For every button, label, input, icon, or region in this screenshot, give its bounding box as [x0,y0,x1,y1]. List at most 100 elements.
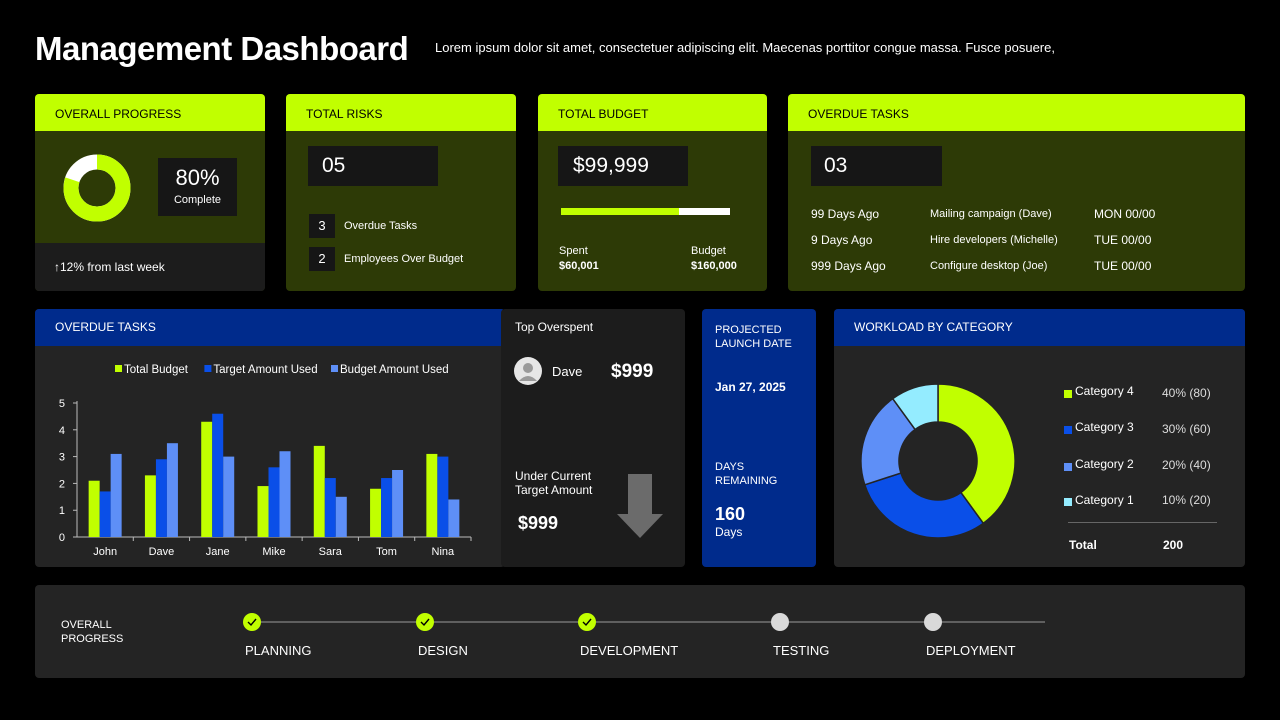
page-subtitle: Lorem ipsum dolor sit amet, consectetuer… [435,40,1055,55]
bar [324,478,336,537]
days-unit: Days [715,525,743,539]
overdue-value: 03 [811,146,942,186]
bar [99,491,111,537]
legend-label: Category 3 [1075,420,1134,434]
overdue-ago: 9 Days Ago [811,233,873,247]
legend-label: Target Amount Used [213,364,317,376]
progress-value-box: 80% Complete [158,158,237,216]
stage-label: DEPLOYMENT [926,643,1016,658]
bar-chart: Total Budget Target Amount Used Budget Amo… [59,364,472,558]
bar [335,496,347,537]
bar [257,486,269,537]
x-tick-label: Jane [206,546,230,558]
overdue-task: Hire developers (Michelle) [930,234,1058,246]
workload-card: WORKLOAD BY CATEGORY Category 4 40% (80)… [834,309,1245,567]
stage-done-icon [578,613,596,631]
launch-date: Jan 27, 2025 [715,380,786,394]
bar [201,421,213,537]
progress-value: 80% [175,165,220,190]
budget-total-value: $160,000 [691,260,737,272]
progress-delta: ↑12% from last week [35,243,265,291]
overspent-name: Dave [552,364,583,379]
legend-swatch [331,365,338,372]
legend-percent: 10% (20) [1162,493,1211,507]
timeline-track: PLANNING DESIGN DEVELOPMENT TESTING DEPLOYME… [243,613,1045,658]
overspent-amount: $999 [611,361,654,382]
total-value: 200 [1163,538,1184,552]
bar [426,453,438,537]
x-tick-label: Mike [262,546,285,558]
overspent-title: Top Overspent [515,320,594,334]
total-budget-card: TOTAL BUDGET $99,999 Spent $60,001 Budge… [538,94,767,291]
legend-swatch [1064,498,1072,506]
x-tick-label: Nina [432,546,456,558]
y-tick-label: 0 [59,532,65,544]
legend-percent: 40% (80) [1162,386,1211,400]
card-header: OVERDUE TASKS [788,94,1245,131]
legend-percent: 20% (40) [1162,458,1211,472]
workload-donut [860,383,1016,539]
legend-label: Total Budget [124,364,189,376]
bar [437,456,449,537]
legend-swatch [1064,390,1072,398]
top-overspent-card: Top Overspent Dave $999 Under Current Ta… [501,309,685,567]
under-target-label: Under Current Target Amount [515,469,593,497]
legend-label: Budget Amount Used [340,364,449,376]
x-tick-label: Tom [376,546,397,558]
overdue-chart-card: OVERDUE TASKS Total Budget Target Amount … [35,309,505,567]
bar [110,453,122,537]
donut-slice [863,472,985,539]
legend-percent: 30% (60) [1162,422,1211,436]
stage-pending-icon [771,613,789,631]
budget-value: $99,999 [558,146,688,186]
overdue-date: TUE 00/00 [1094,259,1152,273]
total-risks-card: TOTAL RISKS 05 3 Overdue Tasks 2 Employe… [286,94,516,291]
x-tick-label: John [93,546,117,558]
under-target-value: $999 [518,513,559,533]
arrow-down-icon [617,474,663,538]
risk-label: Overdue Tasks [344,220,418,232]
risks-value: 05 [308,146,438,186]
bar [88,480,100,537]
spent-label: Spent [559,245,588,257]
overdue-date: MON 00/00 [1094,207,1156,221]
legend-swatch [1064,463,1072,471]
days-remaining-value: 160 [715,504,746,524]
overdue-task: Mailing campaign (Dave) [930,208,1052,220]
legend-label: Category 1 [1075,493,1134,507]
y-tick-label: 5 [59,398,65,410]
overdue-date: TUE 00/00 [1094,233,1152,247]
stage-done-icon [243,613,261,631]
x-tick-label: Sara [319,546,343,558]
launch-title: PROJECTED LAUNCH DATE [715,324,792,350]
risk-count: 2 [309,247,335,271]
bar [381,478,393,537]
budget-label: Budget [691,245,726,257]
bar [166,443,178,537]
avatar-icon [514,357,542,385]
progress-donut [63,154,131,222]
bar [155,459,167,537]
launch-card: PROJECTED LAUNCH DATE Jan 27, 2025 DAYS … [702,309,816,567]
card-header: TOTAL RISKS [286,94,516,131]
risk-label: Employees Over Budget [344,253,464,265]
stage-label: DEVELOPMENT [580,643,678,658]
overdue-ago: 99 Days Ago [811,207,880,221]
bar [448,499,460,537]
y-tick-label: 4 [59,425,65,437]
card-header: OVERALL PROGRESS [35,94,265,131]
spent-value: $60,001 [559,260,599,272]
total-label: Total [1069,538,1097,552]
card-header: TOTAL BUDGET [538,94,767,131]
bar [313,445,325,537]
y-tick-label: 3 [59,452,65,464]
y-tick-label: 1 [59,505,65,517]
budget-bar-fill [561,208,680,215]
bar [370,488,382,537]
legend-label: Category 2 [1075,457,1134,471]
stage-pending-icon [924,613,942,631]
overdue-task: Configure desktop (Joe) [930,260,1048,272]
budget-bar-track [561,208,730,215]
stage-done-icon [416,613,434,631]
legend-swatches [1064,390,1072,506]
